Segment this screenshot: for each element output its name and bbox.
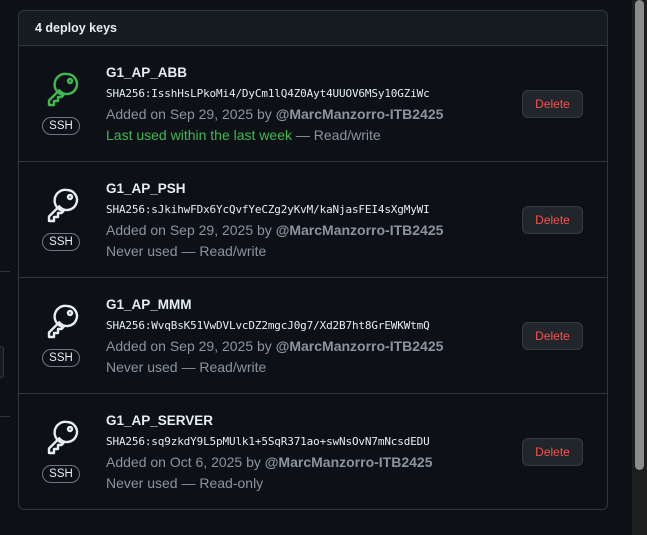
key-title: G1_AP_ABB [106, 65, 188, 80]
key-usage-info: Never used — Read/write [106, 358, 496, 376]
key-fingerprint: SHA256:sq9zkdY9L5pMUlk1+5SqR371ao+swNsOv… [106, 435, 430, 448]
key-access: Never used — Read/write [106, 359, 267, 375]
key-added-info: Added on Sep 29, 2025 by @MarcManzorro-I… [106, 105, 496, 123]
ssh-badge: SSH [42, 117, 80, 135]
key-usage-info: Never used — Read-only [106, 474, 496, 492]
key-added-info: Added on Oct 6, 2025 by @MarcManzorro-IT… [106, 453, 496, 471]
deploy-key-row: SSH G1_AP_MMM SHA256:WvqBsK51VwDVLvcDZ2m… [19, 278, 607, 394]
deploy-key-row: SSH G1_AP_ABB SHA256:IsshHsLPkoMi4/DyCm1… [19, 46, 607, 162]
ssh-badge: SSH [42, 349, 80, 367]
deploy-keys-header: 4 deploy keys [19, 11, 607, 46]
key-added-info: Added on Sep 29, 2025 by @MarcManzorro-I… [106, 221, 496, 239]
key-access: Never used — Read-only [106, 475, 264, 491]
key-usage-info: Never used — Read/write [106, 242, 496, 260]
ssh-badge: SSH [42, 465, 80, 483]
delete-key-button[interactable]: Delete [522, 322, 583, 350]
divider [0, 271, 10, 272]
key-access: Never used — Read/write [106, 243, 267, 259]
left-edge-control [0, 346, 4, 378]
key-author-link[interactable]: @MarcManzorro-ITB2425 [276, 222, 444, 238]
ssh-badge: SSH [42, 233, 80, 251]
key-icon [47, 304, 79, 339]
key-author-link[interactable]: @MarcManzorro-ITB2425 [276, 106, 444, 122]
delete-key-button[interactable]: Delete [522, 90, 583, 118]
deploy-keys-count: 4 deploy keys [35, 21, 117, 35]
key-title: G1_AP_PSH [106, 181, 186, 196]
key-fingerprint: SHA256:sJkihwFDx6YcQvfYeCZg2yKvM/kaNjasF… [106, 203, 430, 216]
scrollbar-thumb[interactable] [635, 0, 644, 470]
key-fingerprint: SHA256:IsshHsLPkoMi4/DyCm1lQ4Z0Ayt4UUOV6… [106, 87, 430, 100]
key-icon [47, 420, 79, 455]
left-panel-edge [0, 0, 10, 535]
key-icon [47, 72, 79, 107]
key-author-link[interactable]: @MarcManzorro-ITB2425 [265, 454, 433, 470]
key-added-date: Added on Sep 29, 2025 by [106, 222, 276, 238]
key-title: G1_AP_SERVER [106, 413, 214, 428]
page-scrollbar[interactable] [632, 0, 647, 535]
key-last-used: Last used within the last week [106, 127, 292, 143]
key-fingerprint: SHA256:WvqBsK51VwDVLvcDZ2mgcJ0g7/Xd2B7ht… [106, 319, 430, 332]
key-added-info: Added on Sep 29, 2025 by @MarcManzorro-I… [106, 337, 496, 355]
key-icon [47, 188, 79, 223]
divider [0, 416, 10, 417]
delete-key-button[interactable]: Delete [522, 206, 583, 234]
deploy-key-row: SSH G1_AP_SERVER SHA256:sq9zkdY9L5pMUlk1… [19, 394, 607, 509]
key-access: — Read/write [292, 127, 381, 143]
key-added-date: Added on Sep 29, 2025 by [106, 338, 276, 354]
key-usage-info: Last used within the last week — Read/wr… [106, 126, 496, 144]
key-added-date: Added on Sep 29, 2025 by [106, 106, 276, 122]
key-title: G1_AP_MMM [106, 297, 192, 312]
deploy-keys-panel: 4 deploy keys SSH G1_AP_ABB SHA256:IsshH… [18, 10, 608, 510]
key-added-date: Added on Oct 6, 2025 by [106, 454, 265, 470]
delete-key-button[interactable]: Delete [522, 438, 583, 466]
deploy-key-row: SSH G1_AP_PSH SHA256:sJkihwFDx6YcQvfYeCZ… [19, 162, 607, 278]
key-author-link[interactable]: @MarcManzorro-ITB2425 [276, 338, 444, 354]
